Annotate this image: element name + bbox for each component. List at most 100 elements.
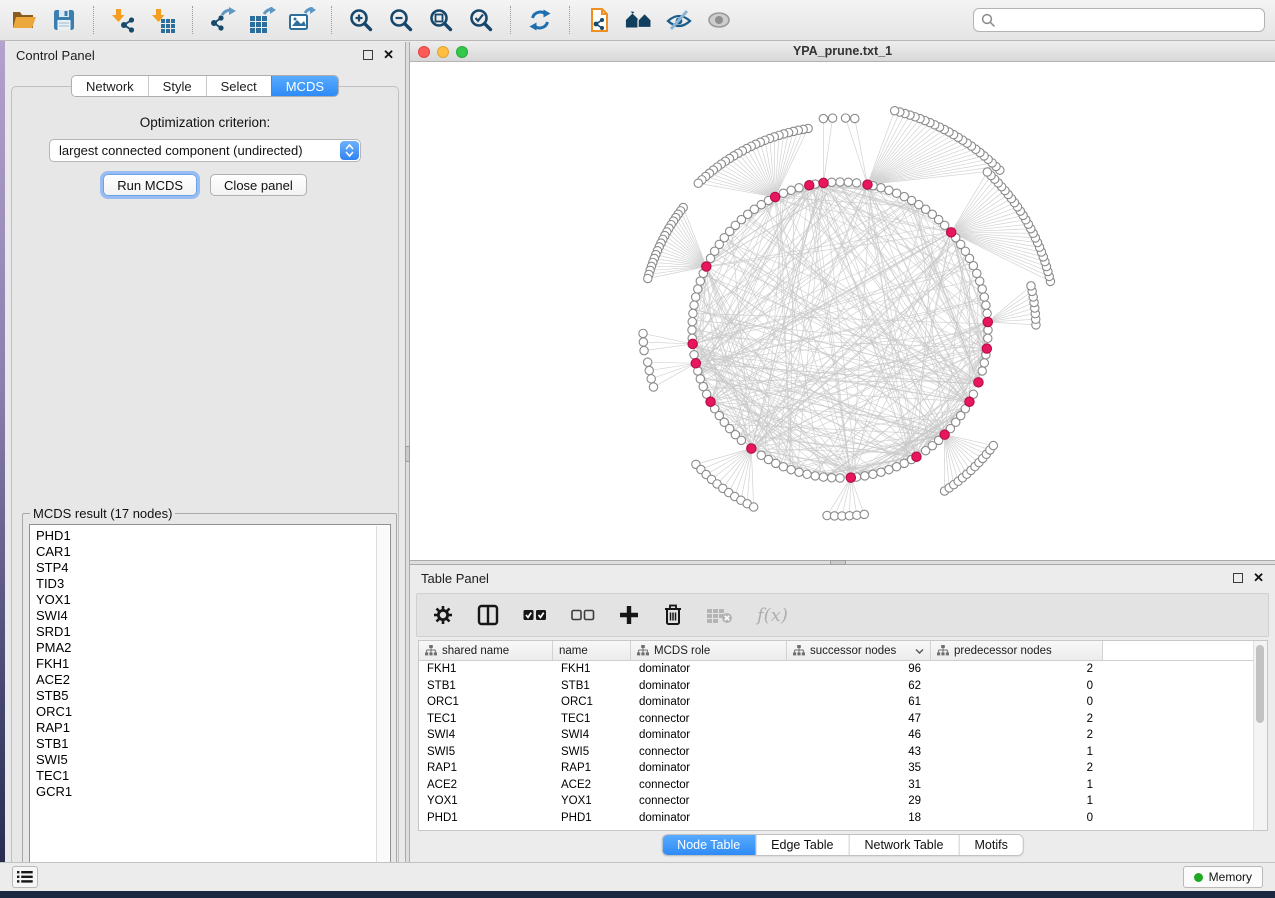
delete-column-icon[interactable] <box>663 604 683 626</box>
attribute-tree-icon <box>793 645 805 656</box>
tab-network[interactable]: Network <box>72 76 148 96</box>
table-row[interactable]: TEC1TEC1connector472 <box>419 711 1267 728</box>
close-panel-button[interactable]: Close panel <box>210 174 307 196</box>
memory-button[interactable]: Memory <box>1183 866 1263 888</box>
column-header-predecessor-nodes[interactable]: predecessor nodes <box>931 641 1103 660</box>
task-history-button[interactable] <box>12 866 38 888</box>
zoom-fit-icon[interactable] <box>427 6 455 34</box>
list-item[interactable]: CAR1 <box>36 544 390 560</box>
table-row[interactable]: ORC1ORC1dominator610 <box>419 694 1267 711</box>
table-row[interactable]: FKH1FKH1dominator962 <box>419 661 1267 678</box>
control-panel-title: Control Panel <box>16 48 95 63</box>
table-row[interactable]: RAP1RAP1dominator352 <box>419 760 1267 777</box>
attribute-tree-icon <box>637 645 649 656</box>
show-graphics-details-icon[interactable] <box>705 6 733 34</box>
application-window: Control Panel ✕ Network Style Select MCD… <box>0 0 1275 898</box>
maximize-window-icon[interactable] <box>456 46 468 58</box>
search-input[interactable] <box>1002 13 1257 28</box>
zoom-in-icon[interactable] <box>347 6 375 34</box>
add-column-icon[interactable] <box>619 605 639 625</box>
table-row[interactable]: YOX1YOX1connector291 <box>419 793 1267 810</box>
column-header-successor-nodes[interactable]: successor nodes <box>787 641 931 660</box>
optimization-criterion-dropdown[interactable]: largest connected component (undirected) <box>49 139 361 162</box>
list-item[interactable]: TID3 <box>36 576 390 592</box>
list-item[interactable]: RAP1 <box>36 720 390 736</box>
table-toolbar: f(x) <box>416 593 1269 637</box>
export-image-icon[interactable] <box>288 6 316 34</box>
node-table: shared name name MCDS role successor nod… <box>418 640 1268 831</box>
select-all-checkboxes-icon[interactable] <box>523 608 547 622</box>
main-toolbar <box>0 0 1275 41</box>
table-row[interactable]: ACE2ACE2connector311 <box>419 777 1267 794</box>
attribute-tree-icon <box>937 645 949 656</box>
show-columns-icon[interactable] <box>477 604 499 626</box>
column-header-shared-name[interactable]: shared name <box>419 641 553 660</box>
list-item[interactable]: ACE2 <box>36 672 390 688</box>
column-header-name[interactable]: name <box>553 641 631 660</box>
export-table-icon[interactable] <box>248 6 276 34</box>
list-item[interactable]: STB1 <box>36 736 390 752</box>
table-row[interactable]: STB1STB1dominator620 <box>419 678 1267 695</box>
list-item[interactable]: YOX1 <box>36 592 390 608</box>
column-header-mcds-role[interactable]: MCDS role <box>631 641 787 660</box>
tab-node-table[interactable]: Node Table <box>662 835 755 855</box>
list-item[interactable]: PHD1 <box>36 528 390 544</box>
zoom-out-icon[interactable] <box>387 6 415 34</box>
network-document-icon[interactable] <box>585 6 613 34</box>
float-panel-icon[interactable] <box>363 50 373 60</box>
toolbar-separator <box>510 6 511 34</box>
search-icon <box>981 13 996 28</box>
tab-select[interactable]: Select <box>206 76 271 96</box>
mcds-result-groupbox: MCDS result (17 nodes) PHD1CAR1STP4TID3Y… <box>22 513 397 885</box>
memory-status-icon <box>1194 873 1203 882</box>
table-row[interactable]: PHD1PHD1dominator180 <box>419 810 1267 827</box>
mcds-list-scrollbar[interactable] <box>376 526 389 876</box>
list-item[interactable]: SWI5 <box>36 752 390 768</box>
list-item[interactable]: FKH1 <box>36 656 390 672</box>
deselect-all-checkboxes-icon[interactable] <box>571 608 595 622</box>
table-scrollbar-thumb[interactable] <box>1256 645 1264 723</box>
search-box <box>973 8 1265 32</box>
home-icon[interactable] <box>625 6 653 34</box>
toolbar-separator <box>331 6 332 34</box>
table-panel-title: Table Panel <box>421 571 489 586</box>
mcds-list-items: PHD1CAR1STP4TID3YOX1SWI4SRD1PMA2FKH1ACE2… <box>36 528 390 800</box>
export-network-icon[interactable] <box>208 6 236 34</box>
table-row[interactable]: SWI5SWI5connector431 <box>419 744 1267 761</box>
tab-edge-table[interactable]: Edge Table <box>755 835 848 855</box>
import-network-icon[interactable] <box>109 6 137 34</box>
apply-layout-icon[interactable] <box>526 6 554 34</box>
list-item[interactable]: GCR1 <box>36 784 390 800</box>
task-list-icon <box>17 870 33 884</box>
table-scrollbar[interactable] <box>1253 641 1267 830</box>
dropdown-selected-value: largest connected component (undirected) <box>59 143 303 158</box>
run-mcds-button[interactable]: Run MCDS <box>103 174 197 196</box>
tab-network-table[interactable]: Network Table <box>849 835 959 855</box>
list-item[interactable]: SRD1 <box>36 624 390 640</box>
hide-graphics-details-icon[interactable] <box>665 6 693 34</box>
network-canvas[interactable] <box>410 62 1275 560</box>
list-item[interactable]: TEC1 <box>36 768 390 784</box>
minimize-window-icon[interactable] <box>437 46 449 58</box>
close-table-panel-icon[interactable]: ✕ <box>1253 573 1264 583</box>
zoom-selected-icon[interactable] <box>467 6 495 34</box>
list-item[interactable]: SWI4 <box>36 608 390 624</box>
table-row[interactable]: SWI4SWI4dominator462 <box>419 727 1267 744</box>
network-window-titlebar[interactable]: YPA_prune.txt_1 <box>410 42 1275 62</box>
import-table-icon[interactable] <box>149 6 177 34</box>
settings-gear-icon[interactable] <box>433 605 453 625</box>
list-item[interactable]: ORC1 <box>36 704 390 720</box>
tab-mcds[interactable]: MCDS <box>271 76 338 96</box>
list-item[interactable]: STB5 <box>36 688 390 704</box>
list-item[interactable]: PMA2 <box>36 640 390 656</box>
close-window-icon[interactable] <box>418 46 430 58</box>
open-file-icon[interactable] <box>10 6 38 34</box>
column-header-filler <box>1103 641 1267 660</box>
float-table-panel-icon[interactable] <box>1233 573 1243 583</box>
close-panel-icon[interactable]: ✕ <box>383 50 394 60</box>
tab-motifs[interactable]: Motifs <box>958 835 1022 855</box>
dropdown-stepper-icon <box>340 141 359 160</box>
save-session-icon[interactable] <box>50 6 78 34</box>
tab-style[interactable]: Style <box>148 76 206 96</box>
list-item[interactable]: STP4 <box>36 560 390 576</box>
